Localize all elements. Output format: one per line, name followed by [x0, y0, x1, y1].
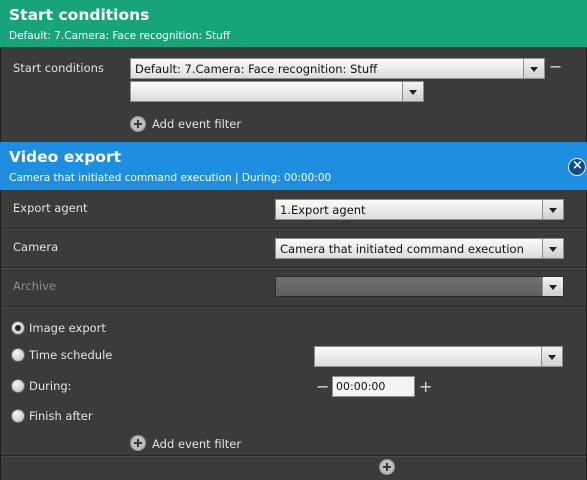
during-time-input[interactable]: 00:00:00 — [332, 376, 415, 397]
decrement-icon[interactable]: − — [316, 379, 329, 395]
remove-condition-icon[interactable]: − — [549, 59, 562, 75]
export-agent-label: Export agent — [13, 201, 88, 215]
export-agent-value: 1.Export agent — [280, 203, 366, 217]
during-radio[interactable] — [11, 379, 25, 393]
add-event-filter-button[interactable]: Add event filter — [152, 437, 241, 451]
event-filter-select[interactable] — [130, 81, 424, 102]
start-conditions-label: Start conditions — [13, 61, 104, 75]
row-divider — [1, 267, 586, 268]
during-label[interactable]: During: — [29, 379, 72, 393]
start-conditions-panel: Start conditions Default: 7.Camera: Face… — [0, 47, 587, 142]
add-event-filter-icon[interactable] — [130, 116, 146, 132]
camera-value: Camera that initiated command execution — [280, 242, 524, 256]
add-action-icon[interactable] — [379, 459, 395, 475]
camera-select[interactable]: Camera that initiated command execution — [275, 238, 564, 259]
increment-icon[interactable]: + — [419, 379, 432, 395]
close-icon[interactable]: × — [568, 158, 586, 176]
finish-after-label[interactable]: Finish after — [29, 409, 93, 423]
chevron-down-icon[interactable] — [542, 200, 563, 219]
time-schedule-label[interactable]: Time schedule — [29, 348, 112, 362]
row-divider — [1, 228, 586, 229]
start-condition-select[interactable]: Default: 7.Camera: Face recognition: Stu… — [130, 58, 545, 79]
row-divider — [1, 455, 586, 456]
camera-label: Camera — [13, 240, 59, 254]
chevron-down-icon[interactable] — [542, 277, 563, 296]
add-event-filter-icon[interactable] — [130, 435, 146, 451]
video-export-header: Video export Camera that initiated comma… — [0, 142, 587, 190]
export-agent-select[interactable]: 1.Export agent — [275, 199, 564, 220]
video-export-panel: Export agent 1.Export agent Camera Camer… — [0, 190, 587, 480]
chevron-down-icon[interactable] — [523, 59, 544, 78]
video-export-subtitle: Camera that initiated command execution … — [9, 172, 332, 184]
start-conditions-header: Start conditions Default: 7.Camera: Face… — [0, 0, 587, 47]
row-divider — [1, 306, 586, 307]
image-export-label[interactable]: Image export — [29, 321, 106, 335]
start-conditions-subtitle: Default: 7.Camera: Face recognition: Stu… — [9, 30, 231, 42]
finish-after-radio[interactable] — [11, 409, 25, 423]
start-condition-value: Default: 7.Camera: Face recognition: Stu… — [135, 62, 378, 76]
archive-label: Archive — [13, 279, 57, 293]
time-schedule-radio[interactable] — [11, 348, 25, 362]
chevron-down-icon[interactable] — [541, 347, 562, 366]
start-conditions-title: Start conditions — [9, 6, 150, 24]
add-event-filter-button[interactable]: Add event filter — [152, 117, 241, 131]
chevron-down-icon[interactable] — [402, 82, 423, 101]
image-export-radio[interactable] — [11, 321, 25, 335]
archive-select[interactable] — [275, 276, 564, 297]
video-export-title: Video export — [9, 148, 121, 166]
time-schedule-select[interactable] — [314, 346, 563, 367]
chevron-down-icon[interactable] — [542, 239, 563, 258]
during-time-value: 00:00:00 — [336, 380, 386, 393]
